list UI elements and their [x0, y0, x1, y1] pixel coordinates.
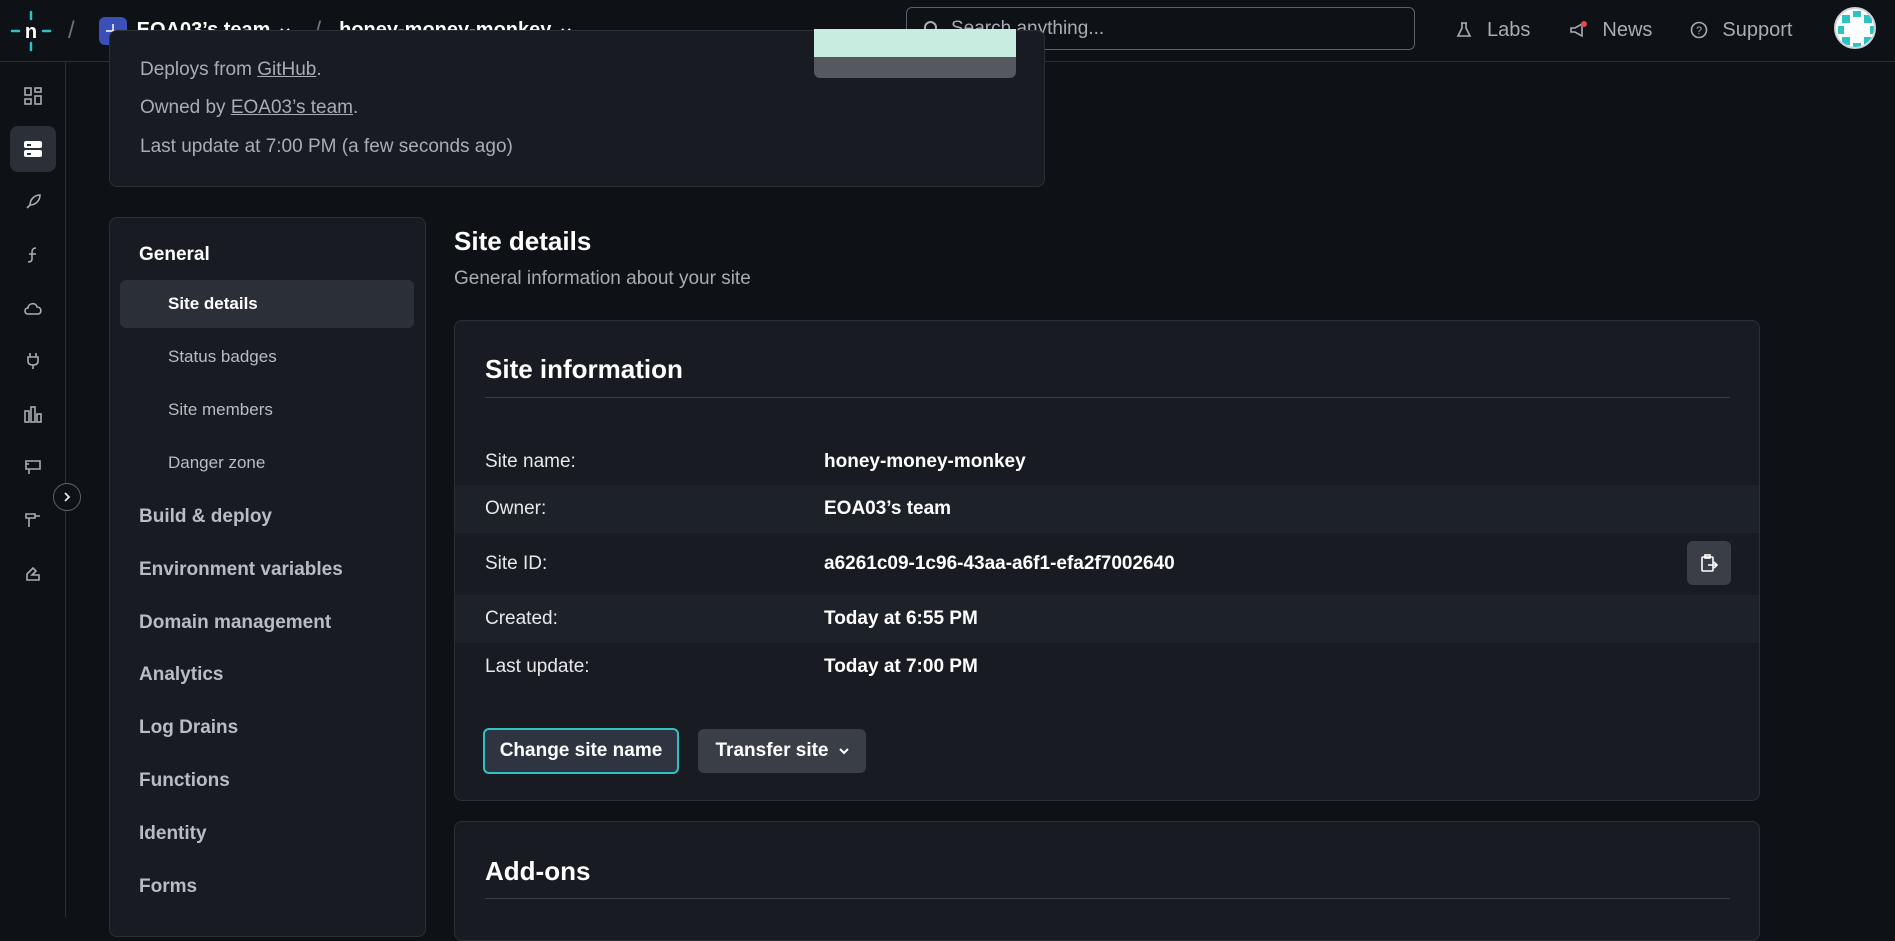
rocket-icon	[26, 194, 41, 209]
flask-icon	[1456, 22, 1472, 37]
sidebar-item-environment-variables[interactable]: Environment variables	[139, 559, 343, 581]
row-value: Today at 6:55 PM	[824, 608, 978, 629]
info-row-site-name: Site name: honey-money-monkey	[455, 438, 1759, 486]
sidebar-item-status-badges[interactable]: Status badges	[120, 333, 414, 381]
owned-by: Owned by EOA03’s team.	[140, 97, 358, 119]
info-row-site-id: Site ID: a6261c09-1c96-43aa-a6f1-efa2f70…	[455, 533, 1759, 595]
info-row-last-update: Last update: Today at 7:00 PM	[455, 643, 1759, 691]
sidebar-item-analytics[interactable]: Analytics	[139, 664, 223, 686]
form-icon	[25, 460, 41, 474]
transfer-site-button[interactable]: Transfer site	[698, 729, 866, 773]
support-link[interactable]: ? Support	[1690, 19, 1792, 42]
bar-chart-icon	[24, 406, 42, 423]
grid-icon	[24, 87, 42, 105]
row-label: Site ID:	[485, 553, 548, 574]
owned-prefix: Owned by	[140, 97, 231, 118]
labs-label: Labs	[1487, 18, 1531, 41]
card-title: Site information	[485, 354, 683, 384]
deploys-from: Deploys from GitHub.	[140, 59, 322, 81]
help-circle-icon: ?	[1691, 21, 1708, 39]
server-icon	[24, 141, 42, 157]
rail-tools[interactable]	[10, 497, 56, 543]
hammer-icon	[25, 513, 40, 527]
breadcrumb-separator: /	[68, 16, 75, 44]
netlify-logo-icon[interactable]: n	[8, 8, 54, 54]
info-row-owner: Owner: EOA03’s team	[455, 485, 1759, 533]
site-information-card: Site information Site name: honey-money-…	[454, 320, 1760, 801]
cloud-icon	[24, 302, 42, 315]
rail-overview[interactable]	[10, 73, 56, 119]
sidebar-item-danger-zone[interactable]: Danger zone	[120, 439, 414, 487]
add-ons-card: Add-ons	[454, 821, 1760, 941]
top-nav: Labs News ? Support	[1455, 0, 1792, 60]
expand-sidebar-button[interactable]	[53, 483, 81, 511]
github-link[interactable]: GitHub	[257, 59, 316, 80]
deploys-suffix: .	[316, 59, 322, 80]
row-value: Today at 7:00 PM	[824, 656, 978, 677]
plug-icon	[27, 353, 39, 369]
divider	[485, 397, 1730, 398]
sidebar-item-identity[interactable]: Identity	[139, 823, 207, 845]
clipboard-icon	[1701, 554, 1719, 572]
card-title: Add-ons	[485, 856, 591, 886]
copy-site-id-button[interactable]	[1687, 541, 1731, 585]
change-site-name-button[interactable]: Change site name	[483, 728, 679, 774]
row-label: Owner:	[485, 498, 547, 519]
row-label: Created:	[485, 608, 558, 629]
sidebar-item-forms[interactable]: Forms	[139, 876, 197, 898]
news-link[interactable]: News	[1568, 19, 1652, 42]
page-title: Site details	[454, 226, 592, 256]
chevron-down-icon	[838, 748, 849, 755]
rail-analytics[interactable]	[10, 391, 56, 437]
divider	[485, 898, 1730, 899]
sidebar-item-log-drains[interactable]: Log Drains	[139, 717, 238, 739]
function-icon	[27, 247, 37, 263]
sidebar-item-build-deploy[interactable]: Build & deploy	[139, 506, 272, 528]
transfer-site-label: Transfer site	[715, 740, 829, 761]
row-value: EOA03’s team	[824, 498, 952, 519]
site-overview-card: Deploys from GitHub. Owned by EOA03’s te…	[109, 29, 1045, 187]
megaphone-icon	[1570, 21, 1588, 38]
row-label: Last update:	[485, 656, 590, 677]
settings-sidebar: General Site details Status badges Site …	[109, 217, 426, 937]
news-label: News	[1602, 18, 1653, 41]
labs-link[interactable]: Labs	[1455, 19, 1530, 42]
rail-functions[interactable]	[10, 232, 56, 278]
rail-integrations[interactable]	[10, 338, 56, 384]
deploys-prefix: Deploys from	[140, 59, 258, 80]
page-subtitle: General information about your site	[454, 268, 751, 289]
info-row-created: Created: Today at 6:55 PM	[455, 595, 1759, 643]
row-label: Site name:	[485, 451, 576, 472]
row-value: a6261c09-1c96-43aa-a6f1-efa2f7002640	[824, 553, 1175, 574]
sidebar-item-domain-management[interactable]: Domain management	[139, 612, 331, 634]
owned-suffix: .	[352, 97, 359, 118]
last-update-text: Last update at 7:00 PM (a few seconds ag…	[140, 136, 513, 157]
sidebar-item-functions[interactable]: Functions	[139, 770, 230, 792]
rail-deploys[interactable]	[10, 179, 56, 225]
sidebar-item-site-details[interactable]: Site details	[120, 280, 414, 328]
sidebar-section-general[interactable]: General	[139, 244, 210, 266]
rail-large-media[interactable]	[10, 550, 56, 596]
team-link[interactable]: EOA03’s team	[231, 97, 353, 118]
hand-icon	[26, 566, 40, 581]
rail-sites[interactable]	[10, 126, 56, 172]
chevron-right-icon	[64, 492, 71, 502]
site-preview-thumbnail[interactable]	[814, 29, 1016, 78]
avatar[interactable]	[1834, 7, 1876, 49]
support-label: Support	[1722, 18, 1793, 41]
svg-text:?: ?	[1696, 25, 1702, 37]
svg-text:n: n	[25, 21, 37, 43]
row-value: honey-money-monkey	[824, 451, 1026, 472]
rail-edge[interactable]	[10, 285, 56, 331]
sidebar-item-site-members[interactable]: Site members	[120, 386, 414, 434]
rail-forms[interactable]	[10, 444, 56, 490]
